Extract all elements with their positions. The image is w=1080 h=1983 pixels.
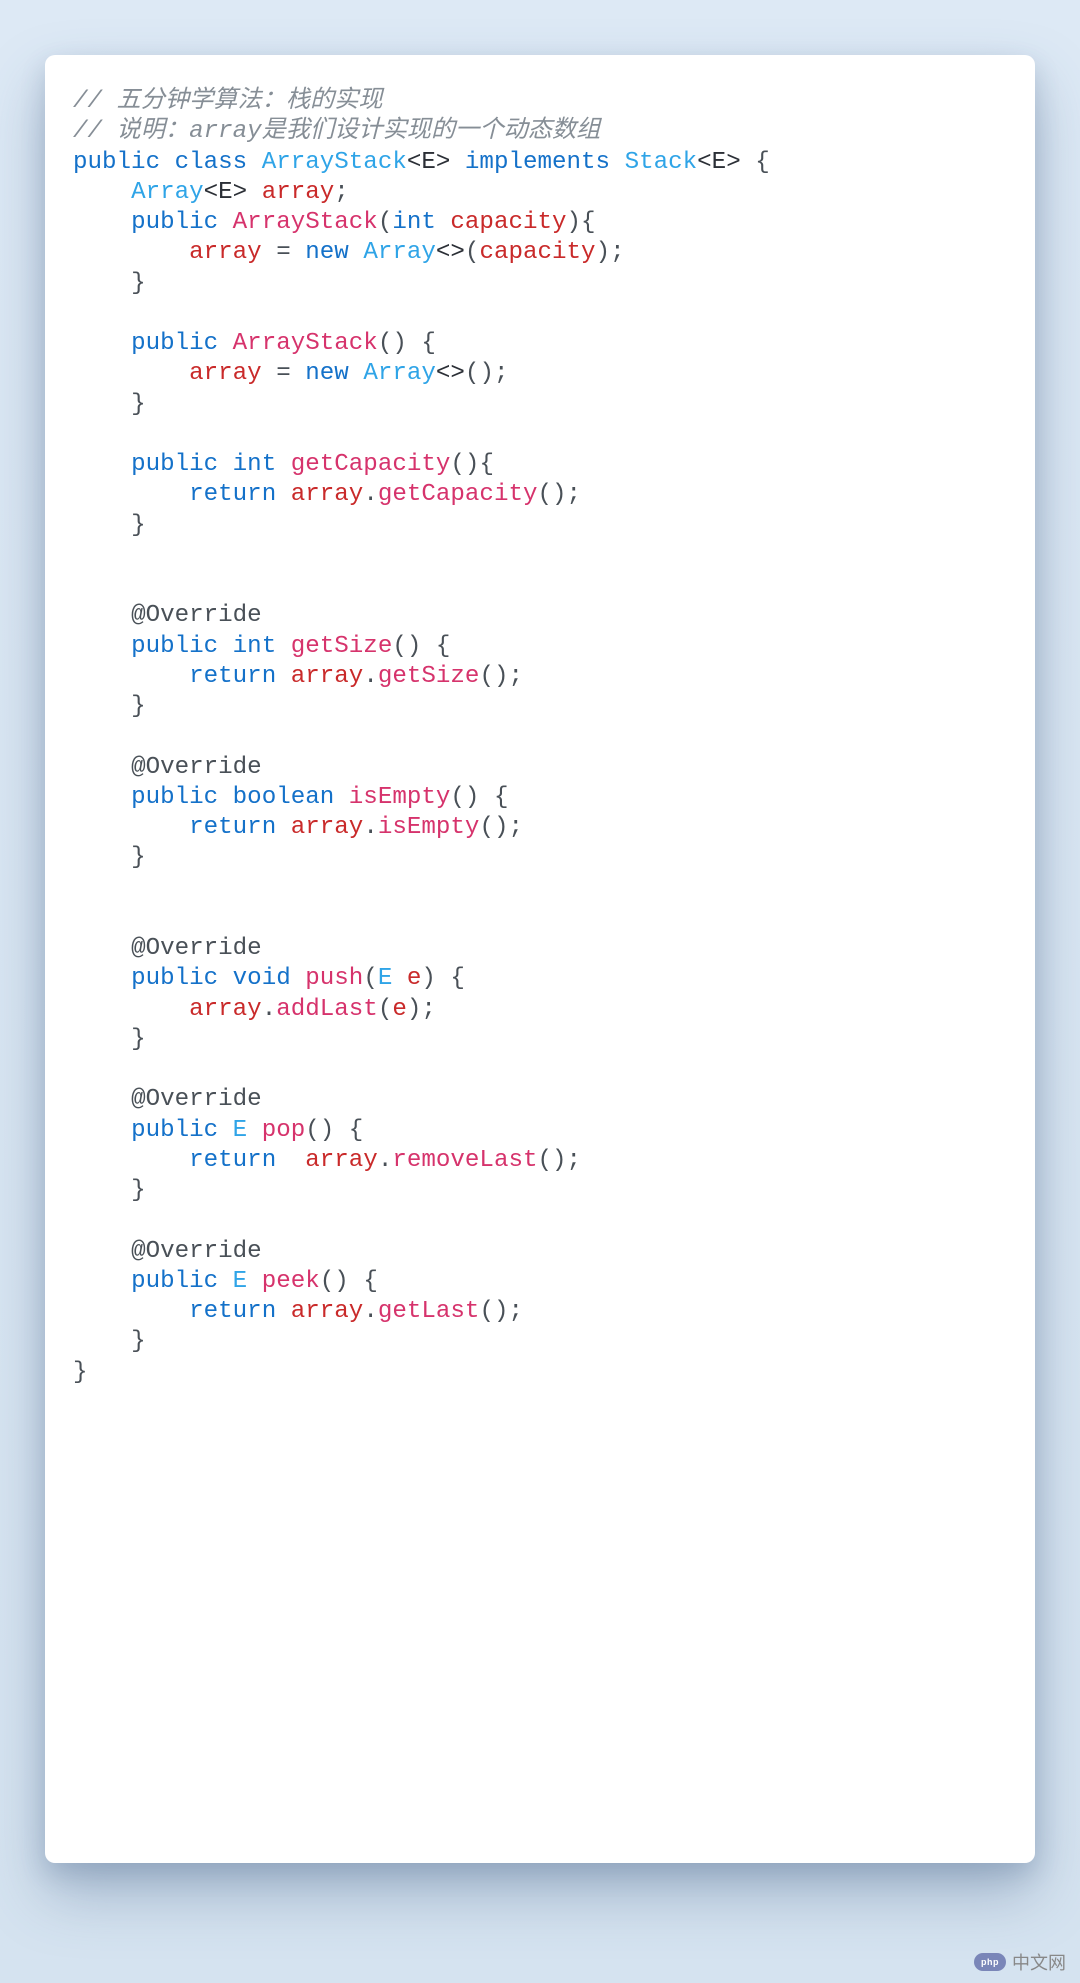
- keyword: void: [233, 965, 291, 992]
- annotation: @Override: [131, 1238, 262, 1265]
- comment-line: // 说明：array是我们设计实现的一个动态数组: [73, 118, 600, 145]
- watermark: php 中文网: [974, 1949, 1066, 1975]
- constructor: ArrayStack: [233, 330, 378, 357]
- keyword: public: [131, 330, 218, 357]
- annotation: @Override: [131, 602, 262, 629]
- brace: {: [755, 149, 770, 176]
- keyword: public: [131, 633, 218, 660]
- type: Array: [363, 239, 436, 266]
- keyword: return: [189, 481, 276, 508]
- keyword: return: [189, 1298, 276, 1325]
- keyword: boolean: [233, 784, 335, 811]
- method: push: [305, 965, 363, 992]
- method: isEmpty: [349, 784, 451, 811]
- identifier: array: [189, 360, 262, 387]
- keyword: public: [131, 784, 218, 811]
- php-logo-icon: php: [974, 1953, 1006, 1971]
- keyword: int: [233, 451, 277, 478]
- watermark-label: 中文网: [1012, 1949, 1066, 1975]
- identifier: array: [291, 481, 364, 508]
- identifier: capacity: [479, 239, 595, 266]
- keyword: new: [305, 360, 349, 387]
- keyword: return: [189, 1147, 276, 1174]
- keyword: public: [131, 451, 218, 478]
- constructor: ArrayStack: [233, 209, 378, 236]
- keyword: implements: [465, 149, 610, 176]
- generic: <E>: [407, 149, 451, 176]
- code-card: // 五分钟学算法：栈的实现 // 说明：array是我们设计实现的一个动态数组…: [45, 55, 1035, 1863]
- method-call: addLast: [276, 996, 378, 1023]
- identifier: array: [291, 663, 364, 690]
- generic: <>: [436, 239, 465, 266]
- annotation: @Override: [131, 754, 262, 781]
- identifier: array: [305, 1147, 378, 1174]
- type: E: [378, 965, 393, 992]
- identifier: array: [262, 179, 335, 206]
- keyword: public: [131, 209, 218, 236]
- comment-line: // 五分钟学算法：栈的实现: [73, 88, 383, 115]
- type: E: [233, 1117, 248, 1144]
- method-call: getSize: [378, 663, 480, 690]
- keyword: public: [131, 1117, 218, 1144]
- annotation: @Override: [131, 1086, 262, 1113]
- method-call: getCapacity: [378, 481, 538, 508]
- identifier: array: [291, 814, 364, 841]
- type: E: [233, 1268, 248, 1295]
- method-call: removeLast: [392, 1147, 537, 1174]
- method: getCapacity: [291, 451, 451, 478]
- keyword: public: [131, 965, 218, 992]
- type: ArrayStack: [262, 149, 407, 176]
- keyword: public: [73, 149, 160, 176]
- type: Array: [131, 179, 204, 206]
- method: pop: [262, 1117, 306, 1144]
- keyword: int: [392, 209, 436, 236]
- generic: <>: [436, 360, 465, 387]
- identifier: e: [392, 996, 407, 1023]
- generic: <E>: [697, 149, 741, 176]
- method: getSize: [291, 633, 393, 660]
- keyword: new: [305, 239, 349, 266]
- type: Stack: [625, 149, 698, 176]
- generic: <E>: [204, 179, 248, 206]
- identifier: array: [291, 1298, 364, 1325]
- method-call: isEmpty: [378, 814, 480, 841]
- code-block: // 五分钟学算法：栈的实现 // 说明：array是我们设计实现的一个动态数组…: [73, 87, 1007, 1388]
- keyword: int: [233, 633, 277, 660]
- identifier: array: [189, 239, 262, 266]
- keyword: class: [175, 149, 248, 176]
- method-call: getLast: [378, 1298, 480, 1325]
- identifier: capacity: [450, 209, 566, 236]
- keyword: return: [189, 814, 276, 841]
- keyword: public: [131, 1268, 218, 1295]
- identifier: array: [189, 996, 262, 1023]
- annotation: @Override: [131, 935, 262, 962]
- keyword: return: [189, 663, 276, 690]
- type: Array: [363, 360, 436, 387]
- identifier: e: [407, 965, 422, 992]
- method: peek: [262, 1268, 320, 1295]
